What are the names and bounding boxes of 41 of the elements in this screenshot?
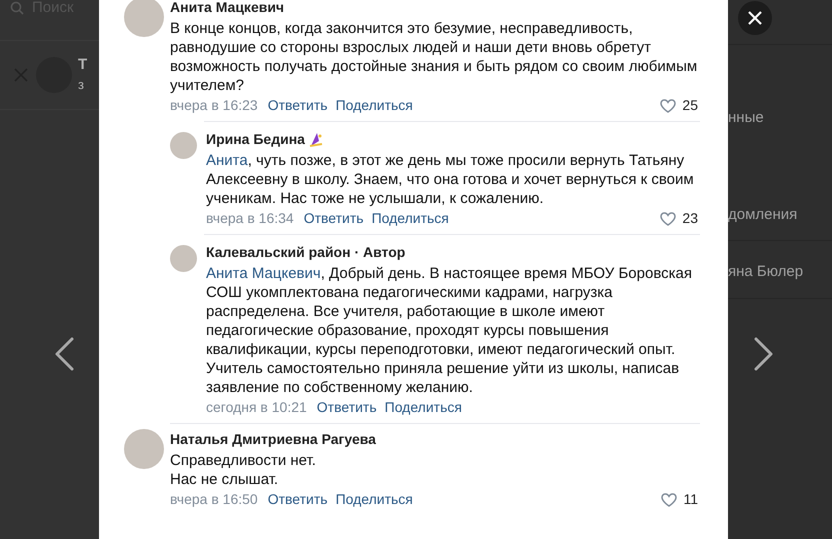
comment-time: вчера в 16:23 [170, 96, 258, 115]
action-link[interactable]: Поделиться [336, 96, 413, 115]
heart-icon [661, 492, 678, 506]
comment-time: вчера в 16:34 [206, 209, 294, 228]
close-icon [748, 11, 762, 25]
comment-author[interactable]: Калевальский район · Автор [206, 243, 406, 262]
comment-text: Анита Мацкевич, Добрый день. В настоящее время МБОУ Боровская СОШ укомплектована педагогическими кадрами, нагрузка распределена. Все учителя, работающие в школе имеют педагогические образование, проходят курсы повышения квалификации, курсы переподготовки, имеют педагогический опыт. Учитель самостоятельно приняла решение уйти из школы, написав заявление по собственному желанию. [206, 264, 693, 397]
heart-icon [660, 98, 676, 112]
action-link[interactable]: Поделиться [384, 398, 462, 417]
search-icon [10, 1, 24, 15]
menu-item[interactable]: яна Бюлер [728, 251, 832, 284]
avatar-placeholder [124, 429, 164, 469]
action-link[interactable]: Ответить [268, 490, 328, 509]
chat-title: Т [78, 55, 88, 75]
avatar-placeholder [124, 0, 164, 37]
wizard-hat-icon [308, 132, 323, 148]
action-link[interactable]: Ответить [304, 209, 364, 228]
comment-author[interactable]: Анита Мацкевич [170, 0, 284, 17]
action-link[interactable]: Поделиться [372, 209, 449, 228]
comment-author[interactable]: Ирина Бедина [206, 130, 305, 149]
heart-icon [660, 212, 676, 226]
menu-item[interactable]: нные [728, 107, 832, 130]
like-button[interactable]: 25 [660, 96, 698, 115]
action-link[interactable]: Поделиться [336, 490, 413, 509]
comment-text: В конце концов, когда закончится это безумие, несправедливость, равнодушие со стороны взрослых людей и наши дети вновь обретут возможность получать достойные знания и быть рядом со своим любимым учителем? [170, 19, 698, 95]
comment-time: сегодня в 10:21 [206, 398, 307, 417]
comment-text: Анита, чуть позже, в этот же день мы тоже просили вернуть Татьяну Алексеевну в школу. Знаем, что она готова и хочет вернуться к своим ученикам. Нас тоже не услышали, к сожалению. [206, 151, 695, 208]
close-button[interactable] [738, 1, 772, 35]
action-link[interactable]: Ответить [316, 398, 377, 417]
like-button[interactable]: 11 [661, 490, 698, 509]
mention-link[interactable]: Анита [206, 152, 248, 169]
comment-text: Справедливости нет. Нас не слышат. [170, 451, 317, 489]
avatar-placeholder [170, 245, 197, 272]
chat-subtitle: з [78, 76, 85, 94]
like-button[interactable]: 23 [660, 209, 698, 228]
comment-author[interactable]: Наталья Дмитриевна Рагуева [170, 430, 376, 449]
avatar-placeholder [170, 132, 197, 159]
comment-time: вчера в 16:50 [170, 490, 258, 509]
action-link[interactable]: Ответить [268, 96, 328, 115]
mention-link[interactable]: Анита Мацкевич [206, 265, 321, 282]
menu-item[interactable]: домления [728, 204, 832, 226]
